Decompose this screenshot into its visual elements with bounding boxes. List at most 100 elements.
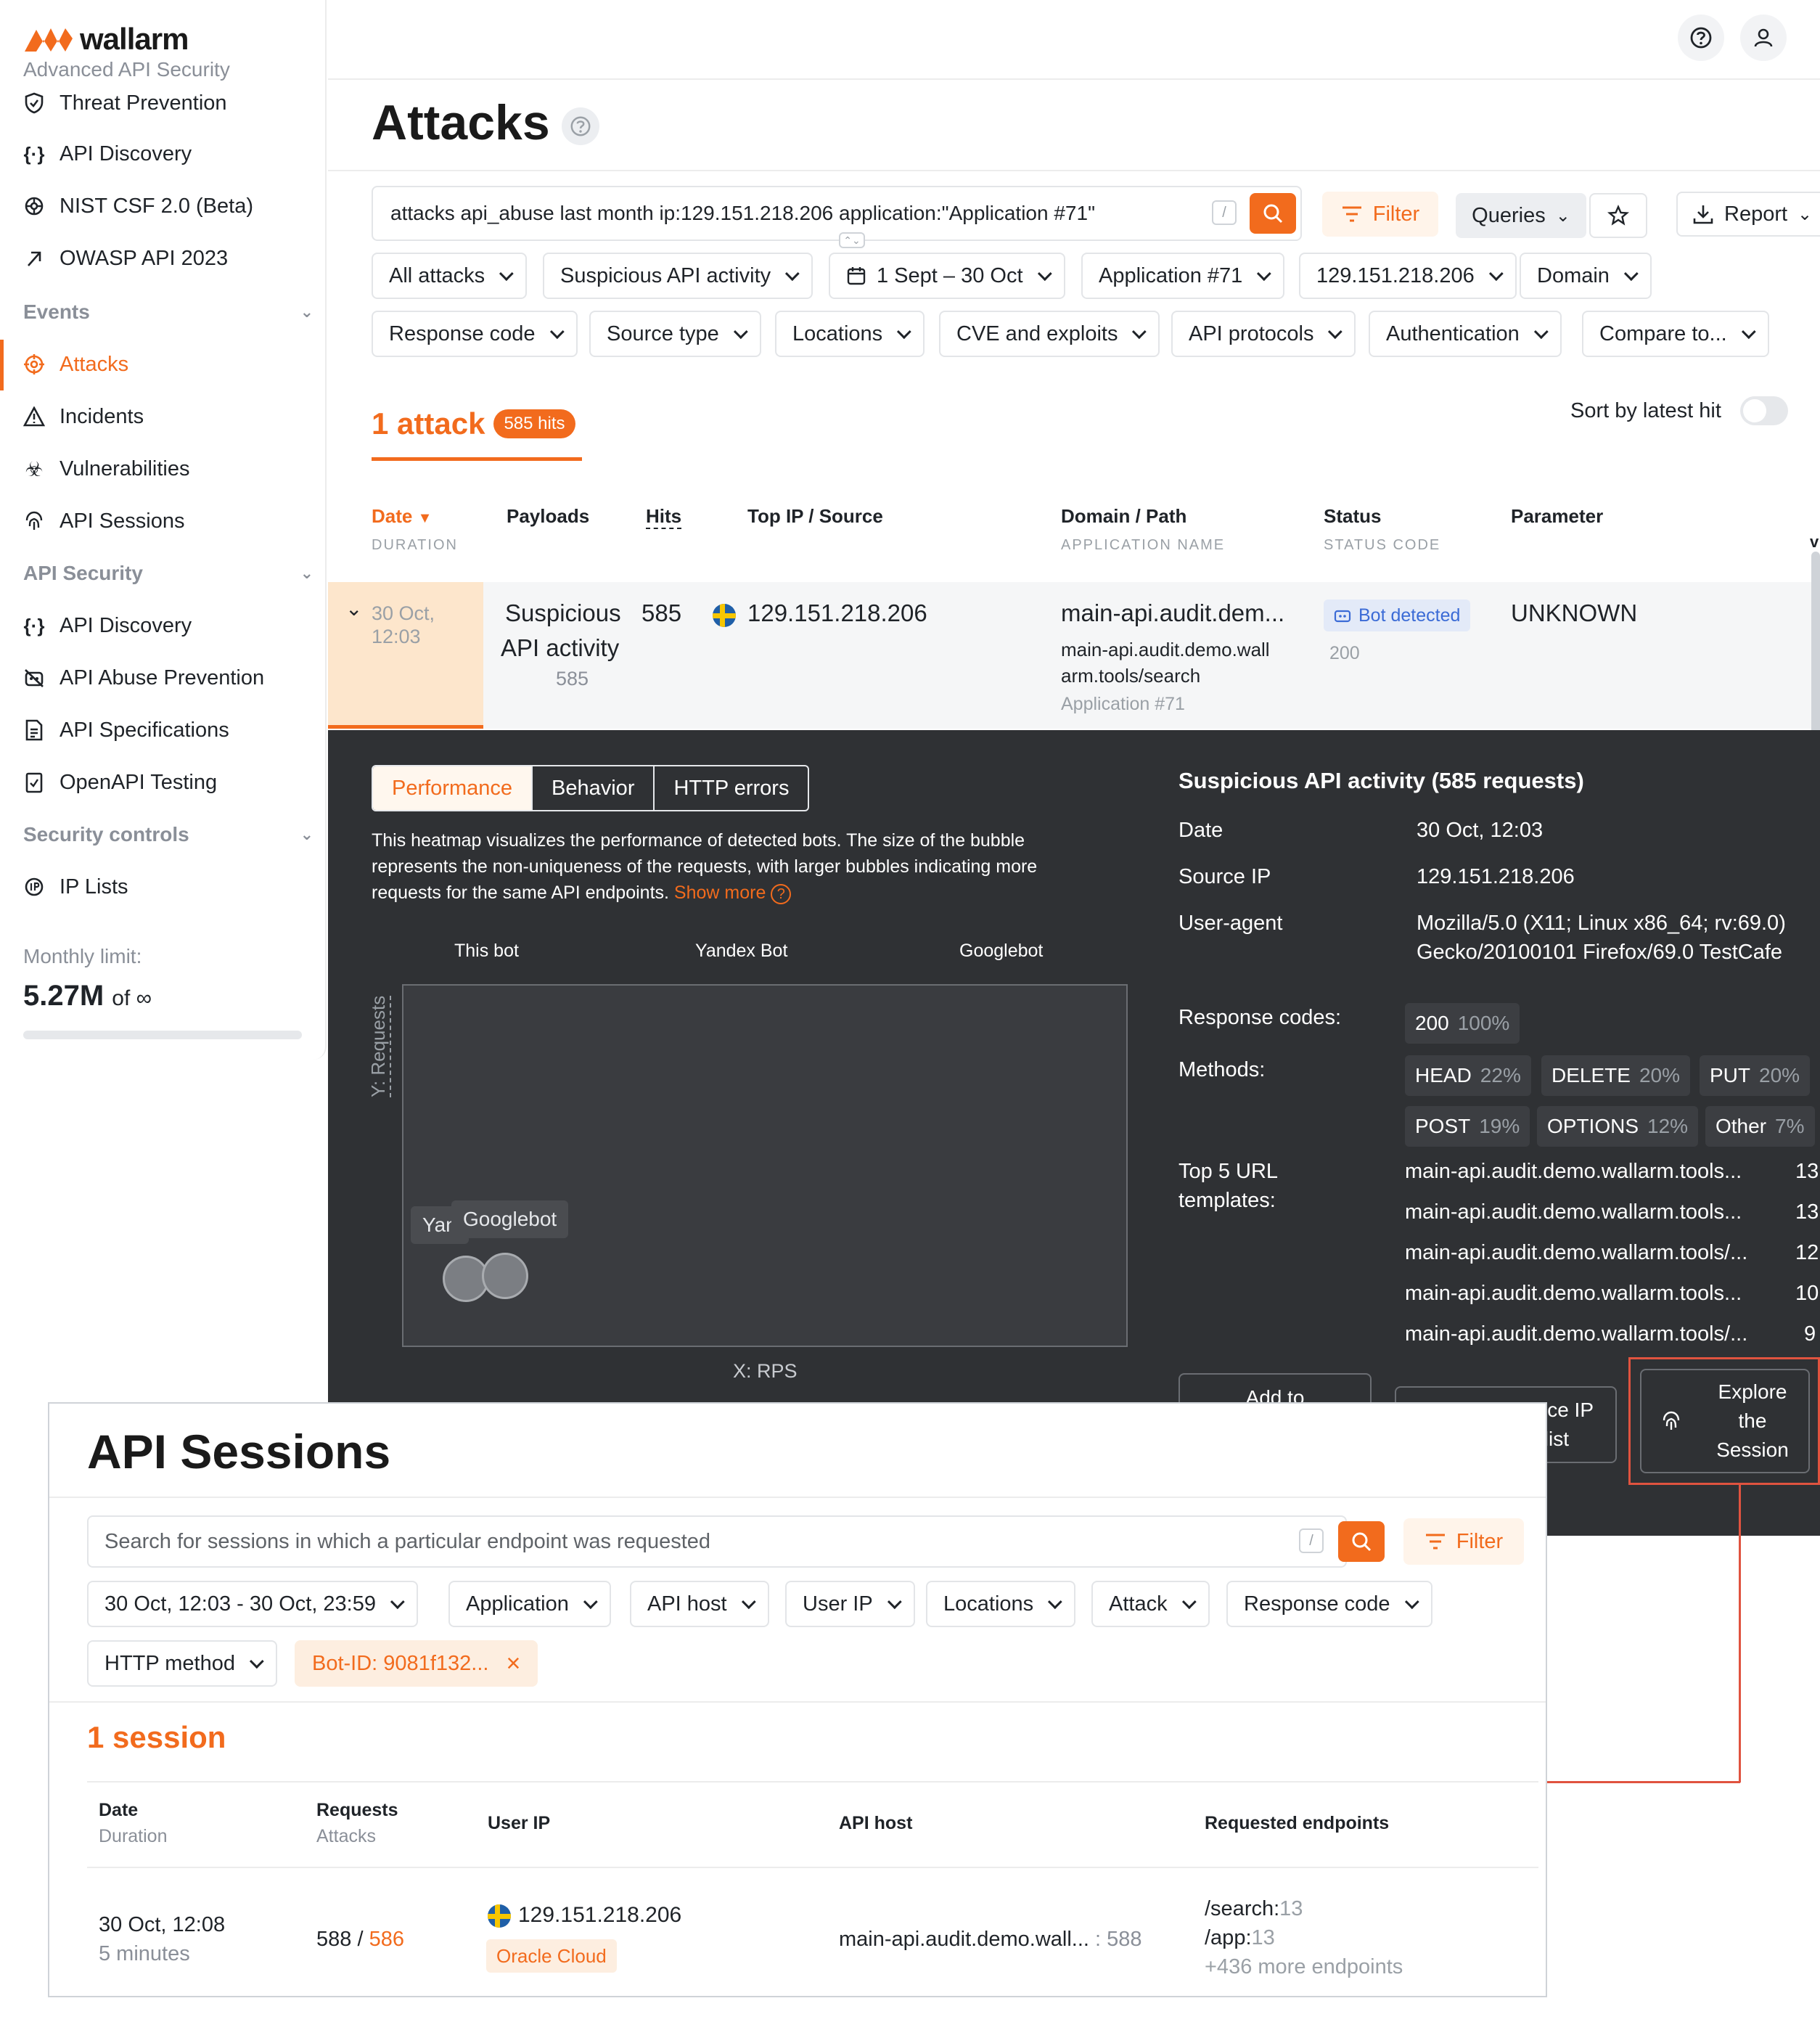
attacks-search-input[interactable]: attacks api_abuse last month ip:129.151.… bbox=[372, 186, 1302, 241]
chevron-down-icon bbox=[1048, 1595, 1062, 1610]
url-template-4[interactable]: main-api.audit.demo.wallarm.tools... bbox=[1405, 1282, 1742, 1306]
url-template-5[interactable]: main-api.audit.demo.wallarm.tools/... bbox=[1405, 1322, 1747, 1346]
bubble-googlebot[interactable] bbox=[482, 1253, 528, 1299]
queries-button[interactable]: Queries ⌄ bbox=[1456, 193, 1586, 238]
y-axis-label: Y: Requests bbox=[367, 995, 391, 1097]
sessions-filter-button[interactable]: Filter bbox=[1403, 1518, 1524, 1565]
sessions-filter-attack[interactable]: Attack bbox=[1091, 1581, 1210, 1627]
col-status: Status bbox=[1324, 505, 1382, 527]
col-hits[interactable]: Hits bbox=[646, 505, 682, 529]
sidebar-item-label: Attacks bbox=[60, 352, 129, 376]
session-user-ip[interactable]: 129.151.218.206 bbox=[518, 1903, 681, 1928]
filter-locations[interactable]: Locations bbox=[775, 311, 925, 357]
explore-session-button[interactable]: Explore the Session bbox=[1640, 1369, 1810, 1473]
chevron-down-icon: ⌄ bbox=[300, 825, 313, 843]
filter-compare[interactable]: Compare to... bbox=[1582, 311, 1769, 357]
session-endpoint-1[interactable]: /search:13 bbox=[1205, 1897, 1303, 1921]
filter-domain[interactable]: Domain bbox=[1520, 253, 1652, 299]
filter-source-type[interactable]: Source type bbox=[589, 311, 761, 357]
sidebar-item-api-specifications[interactable]: API Specifications bbox=[23, 708, 313, 752]
sessions-filter-bot-id[interactable]: Bot-ID: 9081f132... × bbox=[295, 1640, 538, 1687]
sidebar-item-api-abuse[interactable]: API Abuse Prevention bbox=[23, 656, 313, 700]
sidebar-item-label: API Sessions bbox=[60, 509, 185, 533]
row-ip[interactable]: 129.151.218.206 bbox=[747, 599, 927, 627]
legend-googlebot: Googlebot bbox=[959, 941, 1044, 961]
sidebar-item-incidents[interactable]: Incidents bbox=[23, 395, 313, 438]
session-endpoint-2[interactable]: /app:13 bbox=[1205, 1926, 1275, 1950]
session-count: 1 session bbox=[87, 1720, 226, 1754]
row-hits: 585 bbox=[641, 599, 682, 626]
sidebar-item-nist-csf[interactable]: NIST CSF 2.0 (Beta) bbox=[23, 184, 313, 228]
brand-tagline: Advanced API Security bbox=[23, 58, 230, 81]
ip-icon bbox=[23, 876, 45, 898]
user-agent-label: User-agent bbox=[1179, 912, 1283, 935]
sort-label: Sort by latest hit bbox=[1570, 399, 1721, 422]
sessions-search-button[interactable] bbox=[1338, 1521, 1385, 1562]
sidebar-group-events[interactable]: Events ⌄ bbox=[23, 290, 313, 334]
help-icon bbox=[570, 116, 591, 136]
sessions-filter-application[interactable]: Application bbox=[448, 1581, 611, 1627]
bot-detected-badge: Bot detected bbox=[1324, 599, 1471, 631]
expand-search-icon[interactable]: ⌃⌄ bbox=[839, 232, 865, 248]
divider bbox=[49, 1497, 1546, 1498]
collapse-chevron-icon[interactable]: ⌄ bbox=[345, 597, 362, 621]
sessions-search-input[interactable]: Search for sessions in which a particula… bbox=[87, 1515, 1347, 1568]
session-more-endpoints[interactable]: +436 more endpoints bbox=[1205, 1955, 1403, 1979]
close-icon[interactable]: × bbox=[506, 1650, 520, 1678]
sidebar-group-security-controls[interactable]: Security controls ⌄ bbox=[23, 813, 313, 856]
sort-toggle[interactable] bbox=[1740, 396, 1788, 425]
sidebar-item-ip-lists[interactable]: IP Lists bbox=[23, 865, 313, 909]
sessions-filter-api-host[interactable]: API host bbox=[630, 1581, 769, 1627]
url-template-2[interactable]: main-api.audit.demo.wallarm.tools... bbox=[1405, 1200, 1742, 1224]
filter-cve[interactable]: CVE and exploits bbox=[939, 311, 1160, 357]
group-label: Security controls bbox=[23, 823, 189, 846]
sidebar-group-api-security[interactable]: API Security ⌄ bbox=[23, 552, 313, 595]
method-tag-put: PUT 20% bbox=[1700, 1055, 1811, 1096]
sidebar-item-api-discovery[interactable]: {·} API Discovery bbox=[23, 132, 313, 176]
filter-all-attacks[interactable]: All attacks bbox=[372, 253, 528, 299]
sidebar-item-threat-prevention[interactable]: Threat Prevention bbox=[23, 81, 313, 125]
filter-ip[interactable]: 129.151.218.206 bbox=[1299, 253, 1517, 299]
filter-attack-type[interactable]: Suspicious API activity bbox=[543, 253, 813, 299]
sidebar-item-owasp[interactable]: OWASP API 2023 bbox=[23, 237, 313, 280]
sidebar-item-api-discovery-2[interactable]: {·} API Discovery bbox=[23, 604, 313, 647]
tab-performance[interactable]: Performance bbox=[373, 766, 533, 810]
row-domain[interactable]: main-api.audit.dem... bbox=[1061, 599, 1284, 627]
search-button[interactable] bbox=[1250, 193, 1296, 234]
sidebar-item-attacks[interactable]: Attacks bbox=[23, 343, 313, 386]
show-more-link[interactable]: Show more bbox=[674, 883, 766, 903]
sessions-filter-locations[interactable]: Locations bbox=[926, 1581, 1076, 1627]
tab-http-errors[interactable]: HTTP errors bbox=[655, 766, 808, 810]
session-api-host[interactable]: main-api.audit.demo.wall... : 588 bbox=[839, 1928, 1142, 1952]
tab-behavior[interactable]: Behavior bbox=[533, 766, 655, 810]
filter-authentication[interactable]: Authentication bbox=[1369, 311, 1562, 357]
sidebar-item-openapi-testing[interactable]: OpenAPI Testing bbox=[23, 761, 313, 804]
page-help-button[interactable] bbox=[562, 107, 599, 145]
checklist-icon bbox=[23, 771, 45, 793]
filter-api-protocols[interactable]: API protocols bbox=[1171, 311, 1356, 357]
page-title: Attacks bbox=[372, 95, 550, 150]
report-button[interactable]: Report ⌄ bbox=[1676, 192, 1820, 237]
sweden-flag-icon bbox=[713, 604, 736, 627]
sidebar-item-api-sessions[interactable]: API Sessions bbox=[23, 499, 313, 543]
chevron-down-icon bbox=[1533, 324, 1549, 340]
sessions-filter-http-method[interactable]: HTTP method bbox=[87, 1640, 277, 1687]
url-count-4: 10 bbox=[1795, 1282, 1819, 1305]
url-template-1[interactable]: main-api.audit.demo.wallarm.tools... bbox=[1405, 1160, 1742, 1184]
url-template-3[interactable]: main-api.audit.demo.wallarm.tools/... bbox=[1405, 1241, 1747, 1265]
help-button[interactable] bbox=[1678, 15, 1724, 61]
user-menu-button[interactable] bbox=[1740, 15, 1787, 61]
save-query-button[interactable] bbox=[1589, 193, 1647, 238]
sessions-filter-user-ip[interactable]: User IP bbox=[785, 1581, 915, 1627]
brand-logo[interactable]: wallarm bbox=[23, 22, 189, 57]
filter-button[interactable]: Filter bbox=[1322, 192, 1438, 237]
col-date[interactable]: Date ▼ bbox=[372, 505, 432, 528]
sessions-filter-date[interactable]: 30 Oct, 12:03 - 30 Oct, 23:59 bbox=[87, 1581, 418, 1627]
sessions-filter-response-code[interactable]: Response code bbox=[1226, 1581, 1432, 1627]
filter-application[interactable]: Application #71 bbox=[1081, 253, 1285, 299]
filter-response-code[interactable]: Response code bbox=[372, 311, 578, 357]
filter-date-range[interactable]: 1 Sept – 30 Oct bbox=[829, 253, 1065, 299]
chevron-down-icon bbox=[733, 324, 748, 340]
user-agent-line1: Mozilla/5.0 (X11; Linux x86_64; rv:69.0) bbox=[1417, 912, 1786, 935]
sidebar-item-vulnerabilities[interactable]: ☣ Vulnerabilities bbox=[23, 447, 313, 491]
